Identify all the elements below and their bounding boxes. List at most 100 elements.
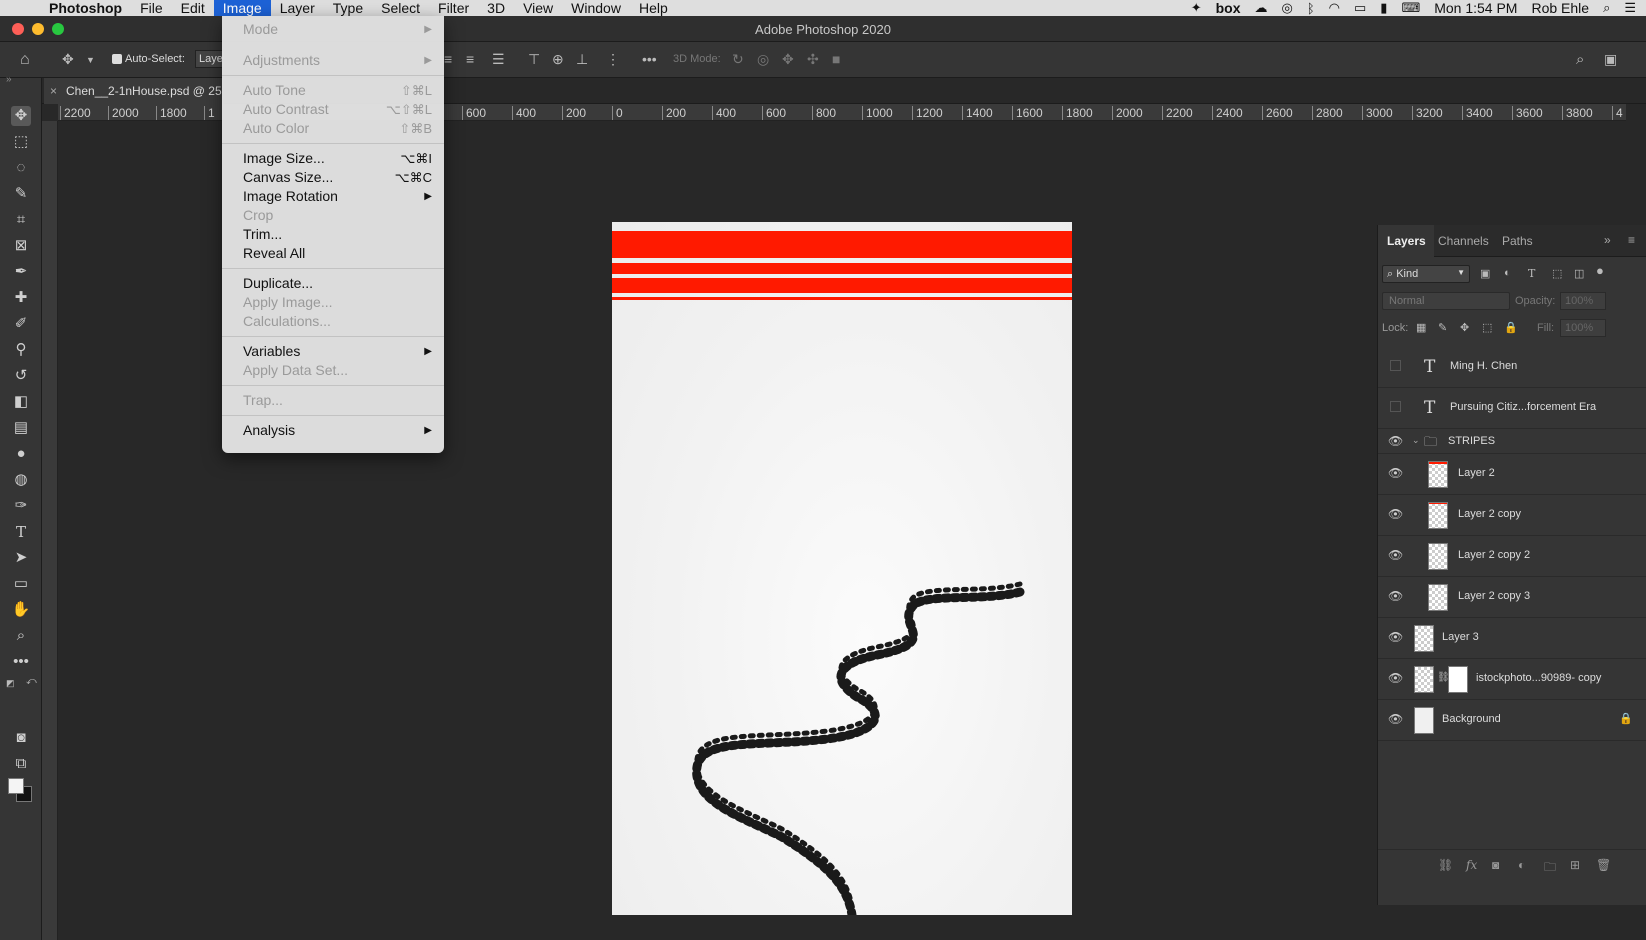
menu-select[interactable]: Select bbox=[372, 0, 429, 16]
auto-select-checkbox[interactable] bbox=[112, 54, 122, 64]
quick-mask-icon[interactable]: ◙ bbox=[11, 728, 31, 748]
vertical-ruler[interactable] bbox=[42, 121, 58, 940]
menu-item-mode[interactable]: Mode ▶ bbox=[222, 20, 444, 39]
new-layer-icon[interactable]: ⊞ bbox=[1570, 858, 1580, 872]
align-right-icon[interactable]: ≡ bbox=[444, 51, 452, 67]
eye-icon[interactable]: 👁 bbox=[1388, 507, 1403, 521]
tab-channels[interactable]: Channels bbox=[1438, 234, 1489, 248]
layer-filter-kind-select[interactable]: ⌕ Kind ▼ bbox=[1382, 265, 1470, 283]
spotlight-search-icon[interactable]: ⌕ bbox=[1603, 0, 1610, 16]
pen-tool-icon[interactable]: ✑ bbox=[11, 496, 31, 516]
brush-tool-icon[interactable]: ✐ bbox=[11, 314, 31, 334]
menu-item-auto-contrast[interactable]: Auto Contrast ⌥⇧⌘L bbox=[222, 100, 444, 119]
zoom-tool-icon[interactable]: ⌕ bbox=[11, 626, 31, 646]
lock-position-icon[interactable]: ✥ bbox=[1460, 321, 1469, 334]
add-mask-icon[interactable]: ◙ bbox=[1492, 858, 1499, 872]
new-group-icon[interactable]: 🗀 bbox=[1544, 858, 1556, 879]
filter-type-icon[interactable]: T bbox=[1528, 267, 1535, 280]
fill-input[interactable]: 100% bbox=[1560, 319, 1606, 337]
filter-toggle-icon[interactable]: ● bbox=[1596, 263, 1604, 278]
menubar-user[interactable]: Rob Ehle bbox=[1531, 0, 1589, 16]
align-vertical-center-icon[interactable]: ⊕ bbox=[552, 51, 564, 68]
tab-paths[interactable]: Paths bbox=[1502, 234, 1533, 248]
layer-row-istockphoto-copy[interactable]: 👁 ⛓ istockphoto...90989- copy bbox=[1378, 659, 1646, 700]
layer-row-layer-2-copy-2[interactable]: 👁 Layer 2 copy 2 bbox=[1378, 536, 1646, 577]
align-top-icon[interactable]: ⊤ bbox=[528, 51, 540, 68]
creative-cloud-icon[interactable]: ☁ bbox=[1254, 0, 1267, 16]
screen-mode-icon[interactable]: ⧉ bbox=[11, 754, 31, 774]
lock-image-pixels-icon[interactable]: ✎ bbox=[1438, 321, 1447, 334]
keyboard-icon[interactable]: ⌨ bbox=[1401, 0, 1420, 16]
group-expand-chevron-icon[interactable]: ⌄ bbox=[1412, 435, 1420, 446]
menu-type[interactable]: Type bbox=[324, 0, 372, 16]
default-colors-icon[interactable]: ◩ bbox=[6, 678, 15, 689]
3d-roll-icon[interactable]: ◎ bbox=[757, 51, 769, 68]
home-icon[interactable]: ⌂ bbox=[20, 51, 30, 69]
menu-item-reveal-all[interactable]: Reveal All bbox=[222, 244, 444, 263]
filter-adjustment-icon[interactable]: ◐ bbox=[1504, 267, 1511, 279]
crop-tool-icon[interactable]: ⌗ bbox=[11, 210, 31, 230]
layer-row-ming-h-chen[interactable]: T Ming H. Chen bbox=[1378, 347, 1646, 388]
3d-orbit-icon[interactable]: ↻ bbox=[732, 51, 744, 68]
layer-row-layer-3[interactable]: 👁 Layer 3 bbox=[1378, 618, 1646, 659]
lock-transparent-pixels-icon[interactable]: ▦ bbox=[1416, 321, 1426, 334]
menu-item-duplicate[interactable]: Duplicate... bbox=[222, 274, 444, 293]
layer-row-background[interactable]: 👁 Background 🔒 bbox=[1378, 700, 1646, 741]
menu-item-variables[interactable]: Variables ▶ bbox=[222, 342, 444, 361]
visibility-toggle-off[interactable] bbox=[1390, 360, 1401, 371]
menu-layer[interactable]: Layer bbox=[271, 0, 324, 16]
blur-tool-icon[interactable]: ● bbox=[11, 444, 31, 464]
align-bottom-icon[interactable]: ⊥ bbox=[576, 51, 588, 68]
eye-icon[interactable]: 👁 bbox=[1388, 589, 1403, 603]
menu-item-crop[interactable]: Crop bbox=[222, 206, 444, 225]
menu-item-analysis[interactable]: Analysis ▶ bbox=[222, 421, 444, 440]
lock-all-icon[interactable]: 🔒 bbox=[1504, 321, 1518, 334]
filter-shape-icon[interactable]: ⬚ bbox=[1552, 267, 1562, 280]
menu-item-trap[interactable]: Trap... bbox=[222, 391, 444, 410]
tab-layers[interactable]: Layers bbox=[1387, 234, 1426, 248]
document-canvas[interactable] bbox=[612, 222, 1072, 915]
eye-icon[interactable]: 👁 bbox=[1388, 671, 1403, 685]
auto-select-target-dropdown[interactable]: Laye bbox=[195, 50, 225, 68]
distribute-icon[interactable]: ☰ bbox=[492, 51, 505, 68]
edit-toolbar-icon[interactable]: ••• bbox=[11, 652, 31, 672]
filter-smart-object-icon[interactable]: ◫ bbox=[1574, 267, 1584, 280]
delete-layer-icon[interactable]: 🗑 bbox=[1596, 858, 1611, 872]
eye-icon[interactable]: 👁 bbox=[1388, 630, 1403, 644]
menu-item-canvas-size[interactable]: Canvas Size... ⌥⌘C bbox=[222, 168, 444, 187]
rectangle-tool-icon[interactable]: ▭ bbox=[11, 574, 31, 594]
menu-item-auto-tone[interactable]: Auto Tone ⇧⌘L bbox=[222, 81, 444, 100]
eye-icon[interactable]: 👁 bbox=[1388, 548, 1403, 562]
eye-icon[interactable]: 👁 bbox=[1388, 434, 1403, 448]
menu-file[interactable]: File bbox=[131, 0, 172, 16]
airplay-icon[interactable]: ▭ bbox=[1354, 0, 1366, 16]
add-layer-style-icon[interactable]: fx bbox=[1466, 858, 1477, 872]
marquee-tool-icon[interactable]: ⬚ bbox=[11, 132, 31, 152]
3d-camera-icon[interactable]: ■ bbox=[832, 51, 840, 67]
notification-center-icon[interactable]: ☰ bbox=[1624, 0, 1636, 16]
menu-item-adjustments[interactable]: Adjustments ▶ bbox=[222, 51, 444, 70]
menu-item-trim[interactable]: Trim... bbox=[222, 225, 444, 244]
menu-help[interactable]: Help bbox=[630, 0, 677, 16]
collapse-toolbar-icon[interactable]: » bbox=[6, 74, 12, 85]
type-tool-icon[interactable]: T bbox=[11, 522, 31, 542]
menu-item-auto-color[interactable]: Auto Color ⇧⌘B bbox=[222, 119, 444, 138]
eye-icon[interactable]: 👁 bbox=[1388, 712, 1403, 726]
eraser-tool-icon[interactable]: ◧ bbox=[11, 392, 31, 412]
gradient-tool-icon[interactable]: ▤ bbox=[11, 418, 31, 438]
layer-row-layer-2-copy[interactable]: 👁 Layer 2 copy bbox=[1378, 495, 1646, 536]
menu-item-apply-data-set[interactable]: Apply Data Set... bbox=[222, 361, 444, 380]
wifi-icon[interactable]: ◠ bbox=[1329, 0, 1340, 16]
layer-mask-thumbnail[interactable] bbox=[1448, 666, 1468, 693]
menu-3d[interactable]: 3D bbox=[478, 0, 514, 16]
menu-filter[interactable]: Filter bbox=[429, 0, 478, 16]
document-tab[interactable]: × Chen__2-1nHouse.psd @ 25 bbox=[44, 78, 224, 104]
3d-pan-icon[interactable]: ✥ bbox=[782, 51, 794, 68]
path-selection-tool-icon[interactable]: ➤ bbox=[11, 548, 31, 568]
menu-item-calculations[interactable]: Calculations... bbox=[222, 312, 444, 331]
more-options-icon[interactable]: ••• bbox=[642, 51, 657, 67]
menu-item-apply-image[interactable]: Apply Image... bbox=[222, 293, 444, 312]
layer-group-stripes[interactable]: 👁 ⌄ 🗀 STRIPES bbox=[1378, 429, 1646, 454]
visibility-toggle-off[interactable] bbox=[1390, 401, 1401, 412]
menubar-clock[interactable]: Mon 1:54 PM bbox=[1434, 0, 1517, 16]
